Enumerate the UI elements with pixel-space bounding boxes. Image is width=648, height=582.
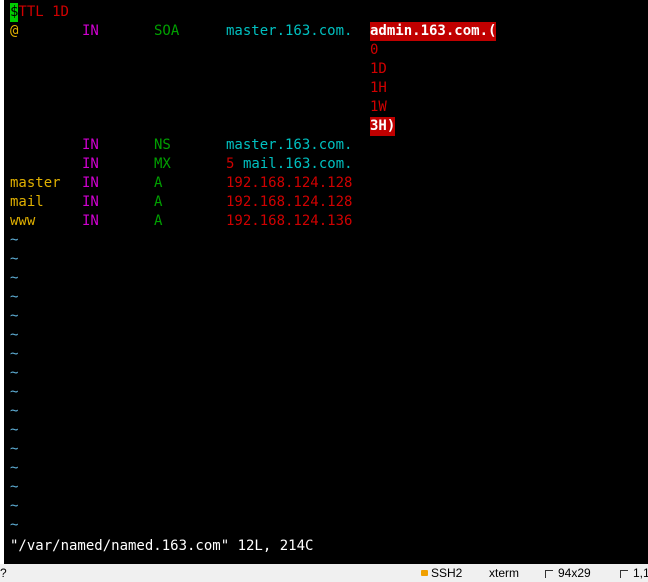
- ttl-directive: TTL 1D: [18, 4, 69, 20]
- record-row: IN MX 5 mail.163.com.: [10, 155, 353, 174]
- status-cursor-position: 1,1: [620, 564, 648, 582]
- empty-line-tilde: ~: [10, 327, 19, 343]
- soa-class: IN: [82, 23, 99, 39]
- record-value: master.163.com.: [226, 137, 353, 153]
- status-left-indicator: ?: [0, 566, 7, 580]
- record-row: master IN A 192.168.124.128: [10, 174, 352, 193]
- empty-line-tilde: ~: [10, 308, 19, 324]
- status-protocol: SSH2: [421, 564, 462, 582]
- record-name: mail: [10, 194, 44, 210]
- record-class: IN: [82, 194, 99, 210]
- record-name: master: [10, 175, 61, 191]
- soa-name: @: [10, 23, 19, 39]
- soa-expire: 1W: [370, 99, 387, 115]
- record-class: IN: [82, 175, 99, 191]
- record-type: NS: [154, 137, 171, 153]
- empty-line-tilde: ~: [10, 289, 19, 305]
- record-name: www: [10, 213, 36, 229]
- soa-minimum-line: 3H): [10, 117, 396, 136]
- status-bar: ? SSH2 xterm 94x29 1,1: [0, 564, 648, 582]
- record-class: IN: [82, 137, 99, 153]
- record-type: A: [154, 194, 163, 210]
- empty-line-tilde: ~: [10, 346, 19, 362]
- empty-line-tilde: ~: [10, 232, 19, 248]
- status-protocol-label: SSH2: [431, 566, 463, 580]
- record-value: 192.168.124.128: [226, 194, 353, 210]
- soa-serial: 0: [370, 42, 379, 58]
- record-type: A: [154, 213, 163, 229]
- soa-retry-line: 1H: [10, 79, 387, 98]
- soa-refresh-line: 1D: [10, 60, 387, 79]
- soa-expire-line: 1W: [10, 98, 387, 117]
- record-priority: 5: [226, 156, 235, 172]
- empty-line-tilde: ~: [10, 270, 19, 286]
- cursor-position-icon: [620, 569, 628, 578]
- soa-retry: 1H: [370, 80, 387, 96]
- soa-line: @ IN SOA master.163.com. admin.163.com.(: [10, 22, 497, 41]
- soa-serial-line: 0: [10, 41, 378, 60]
- record-value: mail.163.com.: [243, 156, 353, 172]
- record-value: 192.168.124.128: [226, 175, 353, 191]
- empty-line-tilde: ~: [10, 460, 19, 476]
- empty-line-tilde: ~: [10, 441, 19, 457]
- soa-primary-ns: master.163.com.: [226, 23, 353, 39]
- terminal-window[interactable]: $ TTL 1D @ IN SOA master.163.com. admin.1…: [0, 0, 648, 564]
- status-position-label: 1,1: [633, 566, 648, 580]
- empty-line-tilde: ~: [10, 365, 19, 381]
- empty-line-tilde: ~: [10, 251, 19, 267]
- empty-line-tilde: ~: [10, 479, 19, 495]
- status-size-label: 94x29: [558, 566, 591, 580]
- record-type: A: [154, 175, 163, 191]
- soa-admin: admin.163.com.(: [370, 22, 497, 41]
- ttl-line: $ TTL 1D: [10, 3, 69, 22]
- empty-line-tilde: ~: [10, 517, 19, 533]
- empty-line-tilde: ~: [10, 384, 19, 400]
- status-terminal-size: 94x29: [545, 564, 591, 582]
- empty-line-tilde: ~: [10, 422, 19, 438]
- record-class: IN: [82, 156, 99, 172]
- soa-minimum: 3H): [370, 117, 396, 136]
- record-row: mail IN A 192.168.124.128: [10, 193, 352, 212]
- resize-icon: [545, 569, 553, 578]
- empty-line-tilde: ~: [10, 498, 19, 514]
- record-row: www IN A 192.168.124.136: [10, 212, 352, 231]
- record-type: MX: [154, 156, 171, 172]
- vim-command-line: "/var/named/named.163.com" 12L, 214C: [10, 538, 314, 554]
- soa-type: SOA: [154, 23, 180, 39]
- status-terminal-type: xterm: [489, 566, 519, 580]
- soa-refresh: 1D: [370, 61, 387, 77]
- record-row: IN NS master.163.com.: [10, 136, 352, 155]
- left-border: [0, 0, 4, 564]
- record-class: IN: [82, 213, 99, 229]
- lock-icon: [421, 569, 428, 576]
- record-value: 192.168.124.136: [226, 213, 353, 229]
- empty-line-tilde: ~: [10, 403, 19, 419]
- text-cursor: $: [10, 3, 19, 22]
